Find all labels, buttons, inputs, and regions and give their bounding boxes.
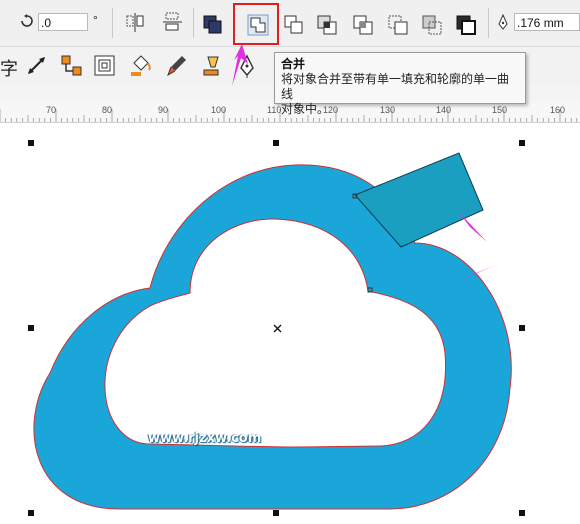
rotation-input[interactable]: .0 [38, 13, 88, 31]
intersect-button[interactable] [314, 12, 340, 38]
selection-handle[interactable] [28, 325, 34, 331]
trim-button[interactable] [281, 12, 307, 38]
connector-tool-icon[interactable] [58, 53, 84, 79]
combine-objects-button[interactable] [200, 12, 226, 38]
front-minus-back-button[interactable] [385, 12, 411, 38]
ruler-label: 70 [46, 105, 57, 115]
selection-handle[interactable] [519, 140, 525, 146]
contour-tool-icon[interactable] [92, 53, 118, 79]
selection-handle[interactable] [273, 510, 279, 516]
weld-tooltip: 合并 将对象合并至带有单一填充和轮廓的单一曲线 对象中。 [274, 52, 526, 116]
pointer-arrow-up-icon [232, 44, 248, 86]
separator [488, 8, 489, 38]
outline-width-input[interactable]: .176 mm [514, 13, 580, 31]
ruler-label: 160 [550, 105, 566, 115]
tooltip-title: 合并 [281, 57, 306, 71]
separator [193, 8, 194, 38]
ruler-label: 100 [211, 105, 227, 115]
selection-handle[interactable] [28, 140, 34, 146]
tooltip-description-line1: 将对象合并至带有单一填充和轮廓的单一曲线 [281, 72, 510, 101]
selection-handle[interactable] [519, 510, 525, 516]
mirror-vertical-button[interactable] [160, 10, 186, 36]
rotate-icon [20, 14, 34, 31]
selection-handle[interactable] [519, 325, 525, 331]
text-tool-button[interactable]: 字 [0, 55, 18, 81]
separator [112, 8, 113, 38]
ruler-label: 110 [267, 105, 282, 115]
ruler-label: 80 [102, 105, 113, 115]
eyedropper-tool-icon[interactable] [164, 53, 190, 79]
dimension-tool-icon[interactable] [24, 53, 50, 79]
create-boundary-button[interactable] [453, 12, 479, 38]
property-bar: .0 ° .176 mm [0, 0, 580, 47]
selection-handle[interactable] [273, 140, 279, 146]
mirror-horizontal-button[interactable] [122, 10, 148, 36]
fill-tool-icon[interactable] [128, 53, 154, 79]
selection-handle[interactable] [28, 510, 34, 516]
outline-pen-icon [496, 13, 510, 33]
watermark-text: www.rjzxw.com [148, 431, 262, 446]
simplify-button[interactable] [350, 12, 376, 38]
degree-label: ° [93, 13, 98, 27]
drawing-canvas[interactable] [0, 123, 580, 524]
center-x-marker [273, 324, 282, 333]
tooltip-description-line2: 对象中。 [281, 102, 330, 116]
back-minus-front-button[interactable] [419, 12, 445, 38]
weld-button-highlight [233, 3, 279, 45]
ruler-label: 90 [158, 105, 169, 115]
